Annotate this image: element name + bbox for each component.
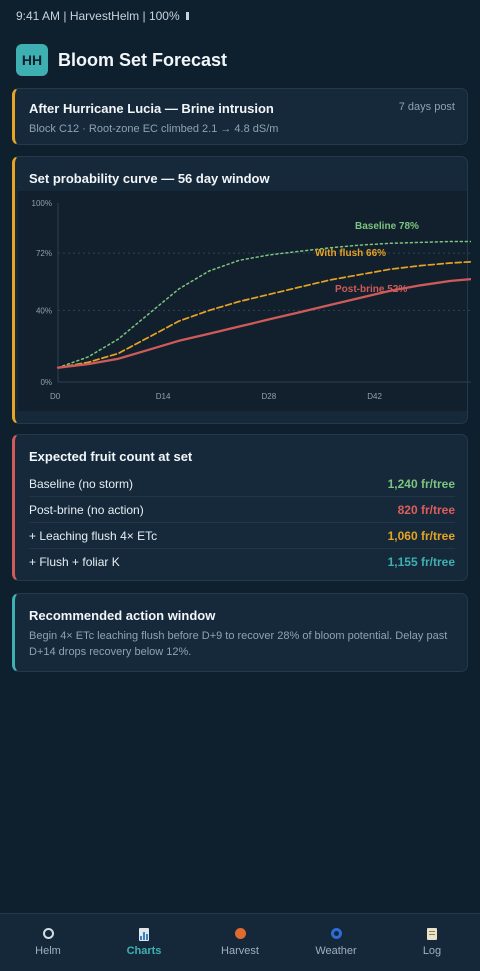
y-tick-label: 40% [36,306,52,315]
tab-charts[interactable]: Charts [104,928,184,957]
chart-area: 0%40%72%100%D0D14D28D42D56Baseline 78%Wi… [18,191,471,411]
tab-label: Weather [315,945,357,957]
cyclone-icon [330,928,342,942]
battery-icon [185,12,189,20]
fruit-row-value: 1,240 fr/tree [387,476,455,491]
series-line-with-flush [57,260,471,369]
fruit-title: Expected fruit count at set [29,449,193,464]
fruit-row-label: + Flush + foliar K [29,554,120,569]
bar-chart-icon [139,928,149,942]
tab-harvest[interactable]: Harvest [200,928,280,957]
fruit-row-label: + Leaching flush 4× ETc [29,528,158,543]
series-line-post-brine [56,277,471,369]
series-label: With flush 66% [315,248,386,259]
action-card[interactable]: Recommended action window Begin 4× ETc l… [12,593,468,672]
y-tick-label: 0% [40,378,52,387]
app-logo: HH [16,44,48,76]
x-tick-label: D42 [367,392,382,401]
curve-title: Set probability curve — 56 day window [29,171,270,186]
event-title: After Hurricane Lucia — Brine intrusion [29,101,274,116]
tab-helm[interactable]: Helm [8,928,88,957]
fruit-row-value: 820 fr/tree [397,502,455,517]
status-bar: 9:41 AM | HarvestHelm | 100% [16,9,189,23]
tab-label: Harvest [221,945,259,957]
tab-label: Charts [126,945,162,957]
x-tick-label: D14 [156,392,171,401]
set-probability-chart: 0%40%72%100%D0D14D28D42D56Baseline 78%Wi… [32,199,471,401]
fruit-card: Expected fruit count at set Baseline (no… [12,434,468,581]
status-text: 9:41 AM | HarvestHelm | 100% [16,9,180,23]
tab-weather[interactable]: Weather [296,928,376,957]
series-line-baseline [57,240,471,369]
fruit-row-value: 1,060 fr/tree [387,528,455,543]
series-label: Baseline 78% [355,221,419,232]
fruit-row-value: 1,155 fr/tree [387,554,455,569]
fruit-rows: Baseline (no storm) 1,240 fr/tree Post-b… [29,471,455,574]
tab-log[interactable]: Log [392,928,472,957]
memo-icon [427,928,437,942]
event-card[interactable]: After Hurricane Lucia — Brine intrusion … [12,88,468,145]
fruit-row-label: Post-brine (no action) [29,502,144,517]
tab-bar: Helm Charts Harvest Weather Log [0,913,480,971]
series-label: Post-brine 52% [335,284,407,295]
x-tick-label: D0 [50,392,61,401]
fruit-icon [234,928,246,942]
app-header: HH Bloom Set Forecast [16,44,464,76]
page-title: Bloom Set Forecast [58,49,228,70]
compass-icon [42,928,54,942]
action-body: Begin 4× ETc leaching flush before D+9 t… [29,630,448,658]
fruit-row-label: Baseline (no storm) [29,476,134,491]
tab-label: Log [422,945,442,957]
y-tick-label: 100% [32,199,52,208]
x-tick-label: D28 [262,392,277,401]
action-title: Recommended action window [29,608,216,623]
y-tick-label: 72% [36,249,52,258]
fruit-row[interactable]: + Leaching flush 4× ETc 1,060 fr/tree [29,523,455,549]
fruit-row[interactable]: + Flush + foliar K 1,155 fr/tree [29,549,455,574]
fruit-row[interactable]: Post-brine (no action) 820 fr/tree [29,497,455,523]
fruit-row[interactable]: Baseline (no storm) 1,240 fr/tree [29,471,455,497]
curve-card: Set probability curve — 56 day window 0%… [12,156,471,424]
tab-label: Helm [35,945,61,957]
event-tag: 7 days post [398,101,455,113]
event-subtitle: Block C12 · Root-zone EC climbed 2.1 → 4… [29,123,279,135]
